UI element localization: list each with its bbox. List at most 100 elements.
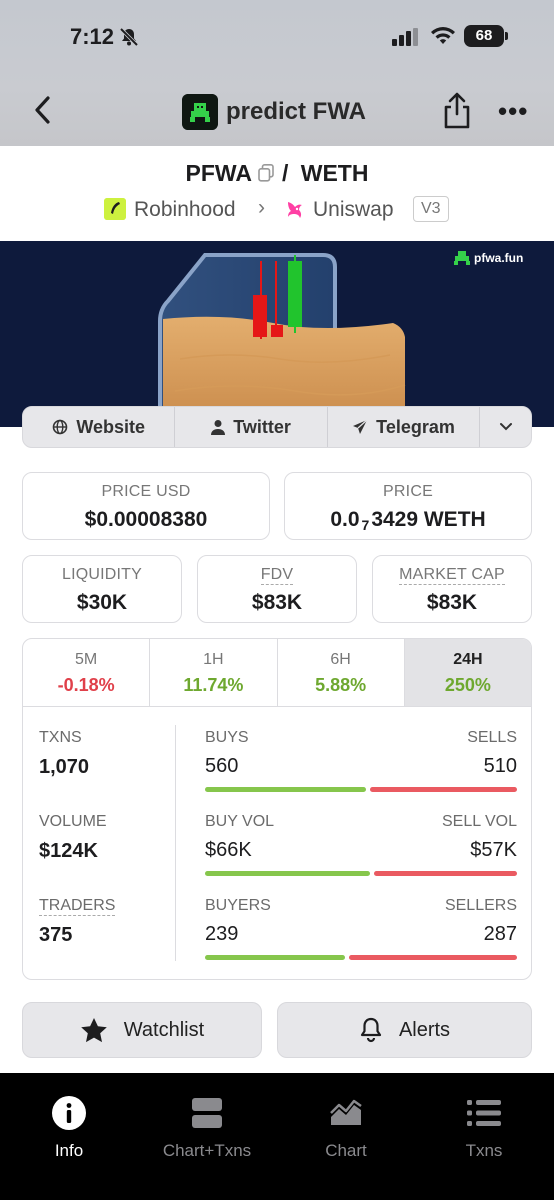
fdv-value: $83K bbox=[251, 591, 303, 614]
buyers-bar bbox=[205, 955, 345, 960]
buys-sells-row: BUYS SELLS 560 510 bbox=[205, 729, 517, 793]
buy-vol-bar bbox=[205, 871, 370, 876]
sells-value: 510 bbox=[483, 755, 517, 777]
buy-vol-label: BUY VOL bbox=[205, 813, 275, 830]
tab-chart-txns[interactable]: Chart+Txns bbox=[147, 1093, 267, 1161]
more-options-icon[interactable]: ••• bbox=[498, 96, 528, 127]
txns-label: TXNS bbox=[39, 729, 82, 746]
sells-label: SELLS bbox=[467, 729, 517, 746]
chevron-down-icon bbox=[499, 423, 512, 431]
dex-link[interactable]: Uniswap bbox=[313, 198, 394, 222]
market-cap-card[interactable]: MARKET CAP $83K bbox=[372, 555, 532, 623]
cellular-signal-icon bbox=[392, 28, 418, 46]
silent-bell-icon bbox=[119, 27, 139, 47]
liquidity-label: LIQUIDITY bbox=[61, 566, 143, 583]
tab-5m[interactable]: 5M -0.18% bbox=[23, 639, 151, 706]
tab-chart[interactable]: Chart bbox=[286, 1093, 406, 1161]
volume-value: $124K bbox=[39, 840, 98, 862]
sellers-bar bbox=[349, 955, 517, 960]
chevron-right-icon: › bbox=[258, 196, 265, 219]
tab-1h[interactable]: 1H 11.74% bbox=[150, 639, 278, 706]
uniswap-logo-icon bbox=[288, 202, 302, 218]
liquidity-card: LIQUIDITY $30K bbox=[22, 555, 182, 623]
info-icon bbox=[52, 1096, 86, 1130]
area-chart-icon bbox=[330, 1099, 362, 1125]
column-divider bbox=[175, 725, 176, 961]
buyers-value: 239 bbox=[205, 923, 239, 945]
price-zero-count: 7 bbox=[361, 517, 370, 533]
chain-breadcrumb: Robinhood › Uniswap V3 bbox=[0, 196, 554, 226]
more-links-dropdown[interactable] bbox=[480, 407, 531, 447]
txns-value: 1,070 bbox=[39, 756, 90, 778]
split-view-icon bbox=[192, 1098, 222, 1128]
token-banner-image: pfwa.fun bbox=[0, 241, 554, 427]
person-icon bbox=[211, 420, 226, 435]
website-button[interactable]: Website bbox=[23, 407, 176, 447]
send-icon bbox=[353, 419, 368, 434]
bottom-tab-bar: Info Chart+Txns Chart Txns bbox=[0, 1073, 554, 1200]
price-native-value: 0.0 73429 WETH bbox=[285, 508, 531, 533]
buyers-sellers-row: BUYERS SELLERS 239 287 bbox=[205, 897, 517, 961]
dex-version-badge: V3 bbox=[413, 196, 449, 222]
twitter-button[interactable]: Twitter bbox=[175, 407, 328, 447]
nav-title: predict FWA bbox=[226, 98, 367, 125]
banner-watermark: pfwa.fun bbox=[474, 251, 524, 265]
list-icon bbox=[467, 1100, 501, 1126]
price-usd-value: $0.00008380 bbox=[84, 508, 208, 531]
tab-1h-label: 1H bbox=[203, 651, 224, 668]
tab-chart-label: Chart bbox=[325, 1141, 367, 1160]
top-header: 7:12 68 predict FWA ••• bbox=[0, 0, 554, 146]
share-icon[interactable] bbox=[440, 90, 474, 130]
market-cap-value: $83K bbox=[426, 591, 478, 614]
tab-6h-label: 6H bbox=[330, 651, 351, 668]
market-cap-label: MARKET CAP bbox=[399, 566, 505, 585]
txns-stat: TXNS 1,070 bbox=[39, 729, 89, 779]
sell-vol-value: $57K bbox=[470, 839, 517, 861]
buyers-label: BUYERS bbox=[205, 897, 271, 914]
tab-5m-change: -0.18% bbox=[57, 675, 115, 695]
tab-6h[interactable]: 6H 5.88% bbox=[278, 639, 405, 706]
bell-icon bbox=[360, 1017, 382, 1043]
status-bar: 7:12 68 bbox=[0, 22, 554, 54]
app-logo-icon bbox=[182, 94, 218, 130]
buy-vol-value: $66K bbox=[205, 839, 252, 861]
sellers-label: SELLERS bbox=[444, 897, 517, 914]
buys-value: 560 bbox=[205, 755, 239, 777]
robinhood-logo-icon bbox=[104, 198, 126, 220]
tab-1h-change: 11.74% bbox=[183, 675, 244, 695]
tab-5m-label: 5M bbox=[75, 651, 98, 668]
back-chevron-icon[interactable] bbox=[28, 92, 58, 128]
fdv-label: FDV bbox=[260, 566, 294, 585]
twitter-label: Twitter bbox=[233, 416, 291, 437]
telegram-button[interactable]: Telegram bbox=[328, 407, 481, 447]
buy-sell-vol-row: BUY VOL SELL VOL $66K $57K bbox=[205, 813, 517, 877]
fdv-card[interactable]: FDV $83K bbox=[197, 555, 357, 623]
sell-vol-bar bbox=[374, 871, 517, 876]
network-link[interactable]: Robinhood bbox=[134, 198, 236, 222]
website-label: Website bbox=[76, 416, 146, 437]
tab-24h[interactable]: 24H 250% bbox=[404, 639, 531, 706]
alerts-label: Alerts bbox=[398, 1018, 451, 1041]
buys-bar bbox=[205, 787, 366, 792]
tab-info[interactable]: Info bbox=[9, 1093, 129, 1161]
volume-stat: VOLUME $124K bbox=[39, 813, 107, 863]
wifi-icon bbox=[431, 27, 455, 44]
alerts-button[interactable]: Alerts bbox=[277, 1002, 532, 1058]
copy-icon[interactable] bbox=[258, 164, 274, 182]
price-rest: 3429 WETH bbox=[371, 508, 486, 531]
tab-txns[interactable]: Txns bbox=[424, 1093, 544, 1161]
trading-stats-panel: 5M -0.18% 1H 11.74% 6H 5.88% 24H 250% TX… bbox=[22, 638, 532, 980]
price-native-label: PRICE bbox=[383, 483, 433, 500]
tab-6h-change: 5.88% bbox=[315, 675, 367, 695]
price-prefix: 0.0 bbox=[330, 508, 360, 531]
battery-indicator: 68 bbox=[464, 25, 508, 47]
tab-chart-txns-label: Chart+Txns bbox=[162, 1141, 252, 1160]
quote-token: WETH bbox=[300, 160, 369, 186]
status-time: 7:12 bbox=[70, 24, 115, 49]
base-token: PFWA bbox=[185, 160, 252, 186]
watchlist-button[interactable]: Watchlist bbox=[22, 1002, 262, 1058]
volume-label: VOLUME bbox=[39, 813, 107, 830]
price-usd-label: PRICE USD bbox=[101, 483, 191, 500]
sellers-value: 287 bbox=[483, 923, 517, 945]
pair-separator: / bbox=[281, 160, 289, 186]
